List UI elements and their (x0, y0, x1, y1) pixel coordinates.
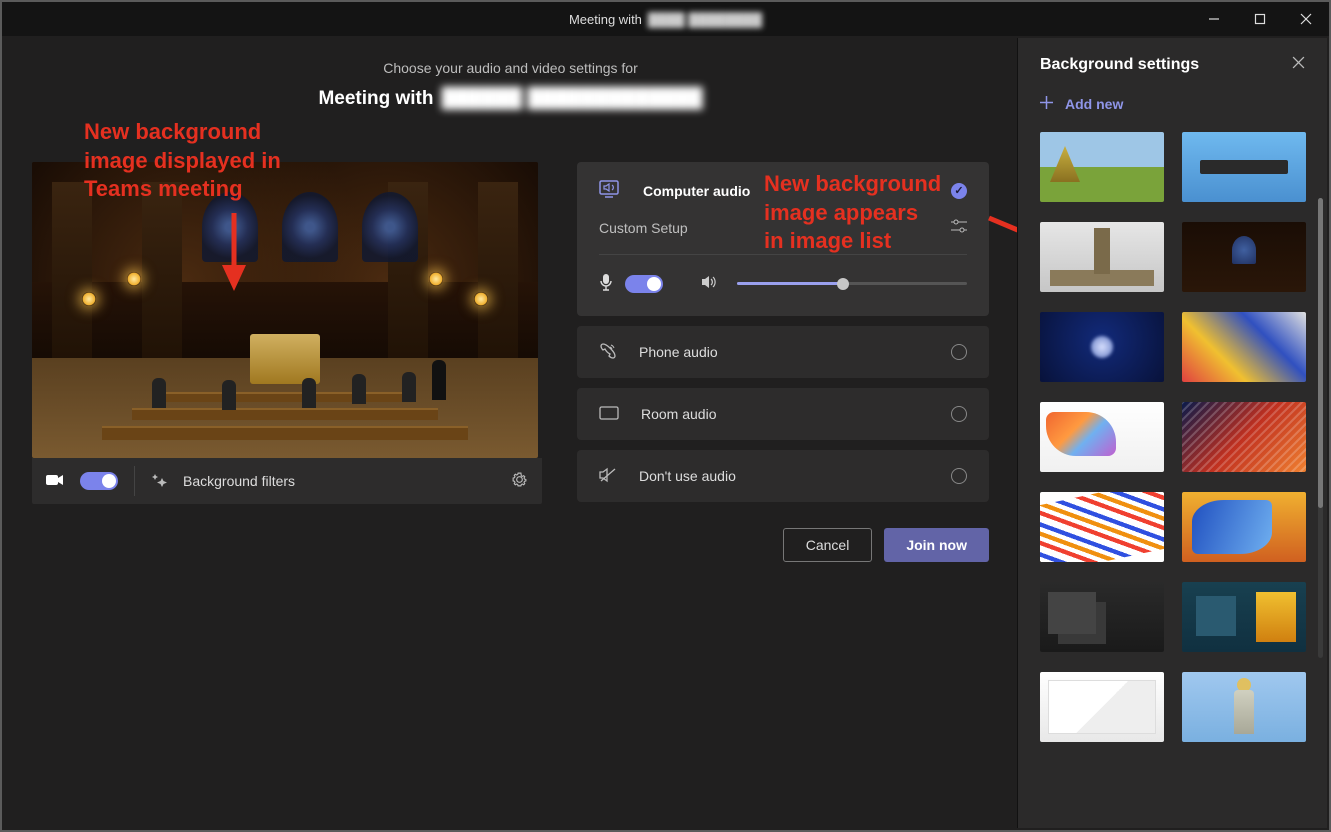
join-now-button[interactable]: Join now (884, 528, 989, 562)
gear-icon[interactable] (511, 471, 528, 491)
mic-toggle[interactable] (625, 275, 663, 293)
instruction-text: Choose your audio and video settings for (4, 60, 1017, 76)
audio-column: Computer audio Custom Setup (577, 162, 989, 502)
title-name-redacted: ████ ████████ (648, 12, 762, 27)
bg-thumb[interactable] (1040, 132, 1164, 202)
video-preview (32, 162, 538, 458)
computer-audio-radio[interactable] (951, 183, 967, 199)
mic-icon (599, 273, 613, 294)
no-audio-icon (599, 467, 617, 486)
video-toolbar: Background filters (32, 458, 542, 504)
bg-thumb[interactable] (1040, 402, 1164, 472)
bg-thumb[interactable] (1182, 672, 1306, 742)
bg-thumb[interactable] (1182, 132, 1306, 202)
add-new-label: Add new (1065, 96, 1123, 112)
camera-toggle[interactable] (80, 472, 118, 490)
annotation-arrow-left (214, 213, 254, 293)
speaker-icon (701, 275, 717, 292)
add-new-button[interactable]: Add new (1040, 96, 1305, 112)
main-area: Choose your audio and video settings for… (4, 38, 1017, 828)
no-audio-label: Don't use audio (639, 468, 929, 484)
bg-thumb[interactable] (1040, 672, 1164, 742)
panel-close-icon[interactable] (1292, 56, 1305, 74)
computer-audio-option[interactable]: Computer audio Custom Setup (577, 162, 989, 316)
minimize-button[interactable] (1191, 2, 1237, 36)
custom-setup-label: Custom Setup (599, 220, 929, 236)
bg-thumb[interactable] (1040, 582, 1164, 652)
background-settings-panel: Background settings Add new (1017, 38, 1327, 828)
app-window: Meeting with ████ ████████ Choose your a… (0, 0, 1331, 832)
bg-thumb[interactable] (1182, 222, 1306, 292)
phone-icon (599, 342, 617, 363)
volume-slider[interactable] (737, 282, 967, 285)
close-button[interactable] (1283, 2, 1329, 36)
meeting-name-redacted: ██████ █████████████ (442, 88, 703, 110)
camera-icon (46, 473, 64, 490)
panel-title: Background settings (1040, 56, 1199, 74)
title-prefix: Meeting with (569, 12, 642, 27)
separator (134, 466, 135, 496)
window-controls (1191, 2, 1329, 36)
meeting-title: Meeting with ██████ █████████████ (4, 88, 1017, 110)
panel-scrollbar[interactable] (1318, 198, 1323, 658)
phone-audio-radio[interactable] (951, 344, 967, 360)
room-audio-label: Room audio (641, 406, 929, 422)
phone-audio-option[interactable]: Phone audio (577, 326, 989, 378)
video-column: Background filters (32, 162, 542, 504)
room-audio-radio[interactable] (951, 406, 967, 422)
bg-thumb[interactable] (1182, 582, 1306, 652)
computer-audio-label: Computer audio (643, 183, 929, 199)
bg-thumb[interactable] (1182, 312, 1306, 382)
sparkle-icon (151, 472, 167, 491)
no-audio-radio[interactable] (951, 468, 967, 484)
no-audio-option[interactable]: Don't use audio (577, 450, 989, 502)
sliders-icon[interactable] (951, 219, 967, 236)
meeting-prefix: Meeting with (318, 88, 433, 110)
pc-audio-icon (599, 180, 621, 201)
bg-thumb[interactable] (1040, 492, 1164, 562)
bg-thumb[interactable] (1182, 492, 1306, 562)
maximize-button[interactable] (1237, 2, 1283, 36)
room-audio-option[interactable]: Room audio (577, 388, 989, 440)
titlebar: Meeting with ████ ████████ (2, 2, 1329, 36)
bg-thumb[interactable] (1040, 312, 1164, 382)
plus-icon (1040, 96, 1053, 112)
bg-thumb[interactable] (1040, 222, 1164, 292)
background-thumbnails (1040, 132, 1305, 742)
window-title: Meeting with ████ ████████ (569, 12, 762, 27)
bg-thumb[interactable] (1182, 402, 1306, 472)
phone-audio-label: Phone audio (639, 344, 929, 360)
cathedral-background-image (32, 162, 538, 458)
cancel-button[interactable]: Cancel (783, 528, 873, 562)
room-icon (599, 406, 619, 423)
background-filters-label[interactable]: Background filters (183, 473, 295, 489)
